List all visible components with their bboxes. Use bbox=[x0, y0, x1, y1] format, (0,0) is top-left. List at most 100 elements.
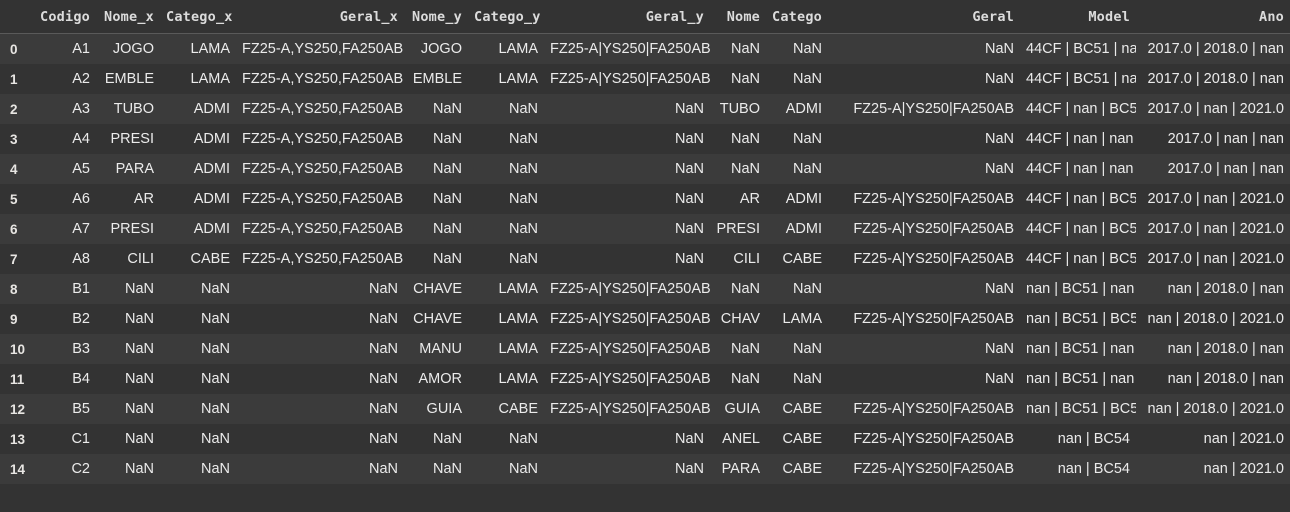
table-cell: LAMA bbox=[468, 274, 544, 304]
table-cell: FZ25-A,YS250,FA250AB bbox=[236, 94, 404, 124]
table-cell: LAMA bbox=[468, 33, 544, 64]
table-row: 3 A4 PRESI ADMI FZ25-A,YS250,FA250AB NaN NaN Na… bbox=[0, 124, 1290, 154]
table-cell: FZ25-A,YS250,FA250AB bbox=[236, 154, 404, 184]
table-cell: nan | 2018.0 | nan bbox=[1136, 274, 1290, 304]
table-cell: FZ25-A,YS250,FA250AB bbox=[236, 33, 404, 64]
table-cell: B5 bbox=[34, 394, 96, 424]
table-cell: NaN bbox=[544, 154, 710, 184]
table-cell: FZ25-A|YS250|FA250AB bbox=[544, 33, 710, 64]
table-cell: NaN bbox=[236, 424, 404, 454]
table-cell: 44CF | nan | nan bbox=[1020, 154, 1136, 184]
table-cell: NaN bbox=[160, 334, 236, 364]
table-cell: 2017.0 | nan | 2021.0 bbox=[1136, 244, 1290, 274]
column-header-nome-x: Nome_x bbox=[96, 0, 160, 34]
table-cell: nan | 2021.0 bbox=[1136, 454, 1290, 484]
column-header-index bbox=[0, 0, 34, 34]
table-cell: NaN bbox=[468, 184, 544, 214]
table-row: 7 A8 CILI CABE FZ25-A,YS250,FA250AB NaN NaN NaN… bbox=[0, 244, 1290, 274]
table-row: 11 B4 NaN NaN NaN AMOR LAMA FZ25-A|YS250|FA250A… bbox=[0, 364, 1290, 394]
table-cell: LAMA bbox=[468, 334, 544, 364]
table-cell: NaN bbox=[468, 424, 544, 454]
dataframe-container: Codigo Nome_x Catego_x Geral_x Nome_y Ca… bbox=[0, 0, 1290, 512]
table-cell: NaN bbox=[160, 274, 236, 304]
table-cell: NaN bbox=[828, 274, 1020, 304]
row-index-label: 9 bbox=[0, 304, 34, 334]
table-row: 0 A1 JOGO LAMA FZ25-A,YS250,FA250AB JOGO LAMA F… bbox=[0, 33, 1290, 64]
table-cell: CHAV bbox=[710, 304, 766, 334]
table-cell: NaN bbox=[710, 33, 766, 64]
table-cell: NaN bbox=[404, 424, 468, 454]
row-index-label: 12 bbox=[0, 394, 34, 424]
table-cell: NaN bbox=[468, 244, 544, 274]
table-cell: B1 bbox=[34, 274, 96, 304]
table-cell: JOGO bbox=[96, 33, 160, 64]
table-cell: nan | 2018.0 | nan bbox=[1136, 364, 1290, 394]
table-cell: NaN bbox=[828, 64, 1020, 94]
table-cell: B4 bbox=[34, 364, 96, 394]
table-cell: CHAVE bbox=[404, 274, 468, 304]
table-cell: 44CF | nan | BC54 bbox=[1020, 214, 1136, 244]
table-cell: 2017.0 | nan | 2021.0 bbox=[1136, 94, 1290, 124]
table-cell: A7 bbox=[34, 214, 96, 244]
table-cell: 2017.0 | 2018.0 | nan bbox=[1136, 33, 1290, 64]
table-cell: NaN bbox=[236, 454, 404, 484]
table-cell: PARA bbox=[96, 154, 160, 184]
table-cell: NaN bbox=[160, 304, 236, 334]
table-cell: nan | BC51 | nan bbox=[1020, 364, 1136, 394]
table-cell: NaN bbox=[236, 334, 404, 364]
table-cell: ANEL bbox=[710, 424, 766, 454]
table-cell: A5 bbox=[34, 154, 96, 184]
table-cell: LAMA bbox=[160, 33, 236, 64]
table-cell: LAMA bbox=[468, 364, 544, 394]
table-cell: NaN bbox=[96, 274, 160, 304]
table-cell: NaN bbox=[766, 64, 828, 94]
table-cell: NaN bbox=[96, 334, 160, 364]
table-cell: ADMI bbox=[160, 214, 236, 244]
table-cell: ADMI bbox=[766, 94, 828, 124]
table-cell: FZ25-A|YS250|FA250AB bbox=[544, 274, 710, 304]
table-cell: B2 bbox=[34, 304, 96, 334]
table-cell: NaN bbox=[544, 184, 710, 214]
table-cell: ADMI bbox=[160, 184, 236, 214]
column-header-geral: Geral bbox=[828, 0, 1020, 34]
table-cell: NaN bbox=[710, 364, 766, 394]
table-row: 4 A5 PARA ADMI FZ25-A,YS250,FA250AB NaN NaN NaN… bbox=[0, 154, 1290, 184]
table-cell: GUIA bbox=[404, 394, 468, 424]
table-cell: NaN bbox=[404, 184, 468, 214]
table-cell: 44CF | BC51 | nan bbox=[1020, 33, 1136, 64]
table-cell: NaN bbox=[766, 274, 828, 304]
table-cell: NaN bbox=[468, 154, 544, 184]
table-cell: NaN bbox=[710, 64, 766, 94]
table-cell: LAMA bbox=[468, 64, 544, 94]
row-index-label: 2 bbox=[0, 94, 34, 124]
table-cell: nan | BC51 | BC54 bbox=[1020, 394, 1136, 424]
table-cell: NaN bbox=[828, 124, 1020, 154]
table-cell: 2017.0 | nan | nan bbox=[1136, 154, 1290, 184]
column-header-codigo: Codigo bbox=[34, 0, 96, 34]
table-cell: NaN bbox=[160, 424, 236, 454]
table-row: 6 A7 PRESI ADMI FZ25-A,YS250,FA250AB NaN NaN Na… bbox=[0, 214, 1290, 244]
column-header-nome-y: Nome_y bbox=[404, 0, 468, 34]
table-cell: NaN bbox=[236, 304, 404, 334]
table-cell: NaN bbox=[544, 94, 710, 124]
table-cell: NaN bbox=[468, 454, 544, 484]
table-cell: NaN bbox=[160, 454, 236, 484]
table-cell: nan | 2021.0 bbox=[1136, 424, 1290, 454]
table-cell: NaN bbox=[468, 214, 544, 244]
table-cell: NaN bbox=[544, 454, 710, 484]
table-cell: NaN bbox=[710, 124, 766, 154]
table-cell: NaN bbox=[236, 394, 404, 424]
table-cell: NaN bbox=[96, 304, 160, 334]
table-cell: PRESI bbox=[96, 214, 160, 244]
table-cell: NaN bbox=[96, 454, 160, 484]
table-cell: B3 bbox=[34, 334, 96, 364]
table-cell: NaN bbox=[468, 124, 544, 154]
row-index-label: 6 bbox=[0, 214, 34, 244]
table-cell: 44CF | nan | BC54 bbox=[1020, 94, 1136, 124]
table-cell: NaN bbox=[236, 364, 404, 394]
table-cell: C1 bbox=[34, 424, 96, 454]
table-cell: TUBO bbox=[710, 94, 766, 124]
table-cell: CILI bbox=[710, 244, 766, 274]
table-cell: FZ25-A|YS250|FA250AB bbox=[828, 244, 1020, 274]
table-cell: GUIA bbox=[710, 394, 766, 424]
